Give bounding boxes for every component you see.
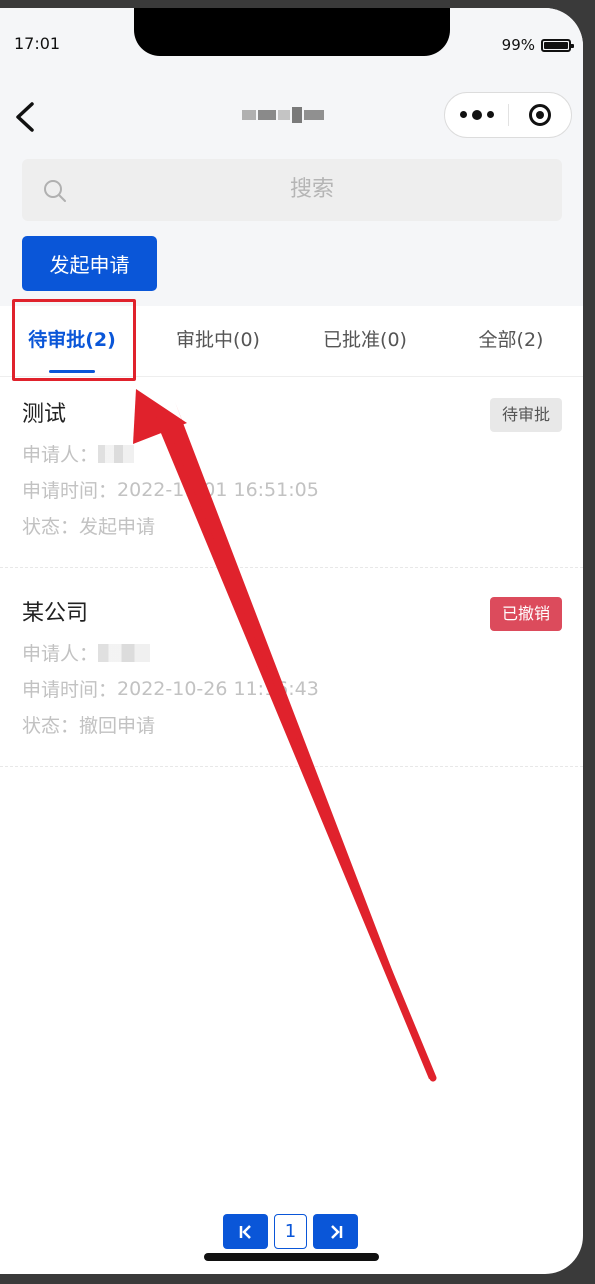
battery-percent: 99% xyxy=(501,36,535,54)
list-item[interactable]: 测试 待审批 申请人： 申请时间： 2022-11-01 16:51:05 状态… xyxy=(0,382,583,568)
list-item[interactable]: 某公司 已撤销 申请人： 申请时间： 2022-10-26 11:16:43 状… xyxy=(0,581,583,767)
state-value: 发起申请 xyxy=(79,516,156,538)
current-page[interactable]: 1 xyxy=(274,1214,307,1249)
status-badge: 待审批 xyxy=(489,398,562,432)
state-row: 状态： 撤回申请 xyxy=(22,711,155,738)
status-badge: 已撤销 xyxy=(489,597,562,631)
more-icon[interactable] xyxy=(445,109,508,120)
start-application-button[interactable]: 发起申请 xyxy=(22,236,157,291)
apply-time-value: 2022-10-26 11:16:43 xyxy=(117,677,319,700)
battery-icon xyxy=(541,38,574,52)
tab-all[interactable]: 全部(2) xyxy=(452,306,570,376)
applicant-row: 申请人： xyxy=(22,639,151,666)
record-title: 某公司 xyxy=(22,601,89,626)
page-title-obscured xyxy=(242,100,338,130)
status-battery: 99% xyxy=(501,36,574,54)
applicant-label: 申请人： xyxy=(22,444,99,466)
first-page-button[interactable] xyxy=(223,1214,268,1249)
apply-time-row: 申请时间： 2022-10-26 11:16:43 xyxy=(22,675,319,702)
last-page-button[interactable] xyxy=(313,1214,358,1249)
tab-approved[interactable]: 已批准(0) xyxy=(306,306,424,376)
home-indicator xyxy=(204,1253,379,1261)
state-label: 状态： xyxy=(22,516,80,538)
state-label: 状态： xyxy=(22,715,80,737)
miniprogram-capsule xyxy=(444,92,572,138)
state-row: 状态： 发起申请 xyxy=(22,512,155,539)
tab-in-review[interactable]: 审批中(0) xyxy=(160,306,276,376)
back-arrow-icon[interactable] xyxy=(12,98,38,136)
applicant-name-obscured xyxy=(98,643,151,662)
record-title: 测试 xyxy=(22,402,67,427)
applicant-name-obscured xyxy=(98,444,135,463)
annotation-highlight-box xyxy=(12,299,136,381)
applicant-label: 申请人： xyxy=(22,643,99,665)
apply-time-label: 申请时间： xyxy=(22,679,118,701)
first-page-icon xyxy=(239,1224,251,1239)
device-notch xyxy=(134,8,450,56)
last-page-icon xyxy=(330,1224,342,1239)
close-target-icon[interactable] xyxy=(509,104,571,126)
apply-time-label: 申请时间： xyxy=(22,480,118,502)
phone-screen: 17:01 99% 搜索 发起申请 待审批(2) 审批中(0) 已批准(0) 全… xyxy=(0,8,583,1274)
status-time: 17:01 xyxy=(14,34,61,53)
state-value: 撤回申请 xyxy=(79,715,156,737)
apply-time-row: 申请时间： 2022-11-01 16:51:05 xyxy=(22,476,319,503)
apply-time-value: 2022-11-01 16:51:05 xyxy=(117,478,319,501)
applicant-row: 申请人： xyxy=(22,440,135,467)
search-input[interactable]: 搜索 xyxy=(22,159,562,221)
pagination: 1 xyxy=(223,1214,358,1249)
search-placeholder: 搜索 xyxy=(289,177,334,202)
